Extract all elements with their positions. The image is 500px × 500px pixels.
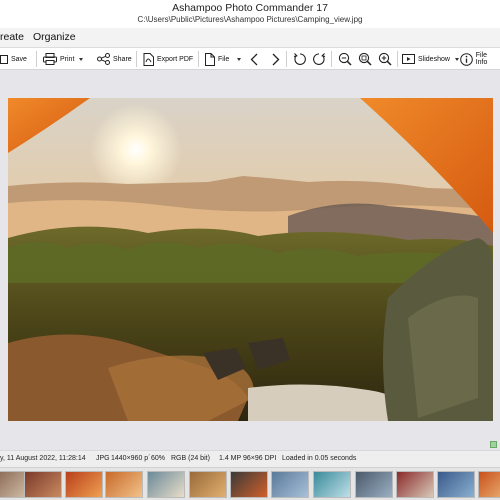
toolbar: Save Print Share Export PDF File Slidesh… [0, 48, 500, 70]
slideshow-dropdown-icon[interactable] [454, 57, 459, 61]
filmstrip-thumbnail[interactable] [230, 471, 268, 498]
file-info-label: File Info [475, 52, 488, 66]
chevron-left-icon [250, 53, 258, 65]
file-info-button[interactable]: File Info [460, 48, 500, 70]
status-color: RGB (24 bit) [171, 455, 210, 462]
filmstrip-thumbnail[interactable] [355, 471, 393, 498]
status-indicator-icon[interactable] [490, 441, 497, 448]
zoom-in-icon [378, 52, 392, 66]
filmstrip-thumbnail[interactable] [313, 471, 351, 498]
filmstrip-thumbnail[interactable] [396, 471, 434, 498]
file-icon [205, 52, 215, 66]
zoom-out-icon [338, 52, 352, 66]
save-icon [0, 54, 8, 64]
menu-bar: reate Organize [0, 28, 500, 48]
filmstrip-thumbnail[interactable] [437, 471, 475, 498]
camping-photo [8, 98, 493, 421]
zoom-fit-icon [358, 52, 372, 66]
title-bar: Ashampoo Photo Commander 17 C:\Users\Pub… [0, 0, 500, 28]
menu-create[interactable]: reate [0, 31, 24, 43]
toolbar-separator [286, 51, 287, 67]
rotate-right-button[interactable] [312, 48, 326, 70]
export-pdf-button[interactable]: Export PDF [143, 48, 193, 70]
file-button[interactable]: File [205, 48, 242, 70]
share-label: Share [113, 55, 132, 63]
file-label: File [218, 55, 230, 63]
print-button[interactable]: Print [43, 48, 84, 70]
export-pdf-label: Export PDF [157, 55, 194, 63]
filmstrip-thumbnail[interactable] [24, 471, 62, 498]
filmstrip-thumbnail[interactable] [105, 471, 143, 498]
pdf-icon [143, 52, 154, 66]
save-label: Save [11, 55, 27, 63]
share-icon [97, 53, 110, 65]
print-label: Print [60, 55, 75, 63]
zoom-out-button[interactable] [338, 48, 352, 70]
status-load-time: Loaded in 0.05 seconds [282, 455, 357, 462]
app-title: Ashampoo Photo Commander 17 [172, 2, 328, 14]
status-date: y, 11 August 2022, 11:28:14 [0, 455, 86, 462]
toolbar-separator [36, 51, 37, 67]
filmstrip-thumbnail[interactable] [189, 471, 227, 498]
printer-icon [43, 53, 57, 65]
camping-photo-image [8, 98, 493, 421]
status-dimensions: 1440×960 p´ [111, 455, 151, 462]
status-megapixels: 1.4 MP [219, 455, 242, 462]
toolbar-separator [198, 51, 199, 67]
rotate-right-icon [313, 53, 326, 65]
toolbar-separator [136, 51, 137, 67]
toolbar-separator [397, 51, 398, 67]
chevron-right-icon [272, 53, 280, 65]
print-dropdown-icon[interactable] [79, 57, 84, 61]
info-icon [460, 52, 473, 66]
file-path: C:\Users\Public\Pictures\Ashampoo Pictur… [137, 15, 363, 24]
menu-organize[interactable]: Organize [33, 31, 76, 43]
save-button[interactable]: Save [0, 48, 27, 70]
zoom-fit-button[interactable] [358, 48, 372, 70]
status-bar: y, 11 August 2022, 11:28:14 JPG 1440×960… [0, 450, 500, 467]
rotate-left-icon [293, 53, 306, 65]
filmstrip-thumbnail[interactable] [65, 471, 103, 498]
filmstrip-thumbnail[interactable] [478, 471, 500, 498]
previous-button[interactable] [250, 48, 258, 70]
filmstrip-thumbnail[interactable] [271, 471, 309, 498]
status-format: JPG [96, 455, 110, 462]
status-dpi: 96×96 DPI [243, 455, 277, 462]
slideshow-label: Slideshow [418, 55, 450, 63]
filmstrip-thumbnail[interactable] [147, 471, 185, 498]
status-zoom: 60% [151, 455, 166, 462]
slideshow-button[interactable]: Slideshow [402, 48, 459, 70]
zoom-in-button[interactable] [378, 48, 392, 70]
next-button[interactable] [272, 48, 280, 70]
share-button[interactable]: Share [97, 48, 132, 70]
image-viewer[interactable] [0, 70, 500, 450]
slideshow-icon [402, 53, 415, 64]
rotate-left-button[interactable] [293, 48, 307, 70]
filmstrip [0, 467, 500, 500]
file-dropdown-icon[interactable] [237, 57, 242, 61]
toolbar-separator [331, 51, 332, 67]
